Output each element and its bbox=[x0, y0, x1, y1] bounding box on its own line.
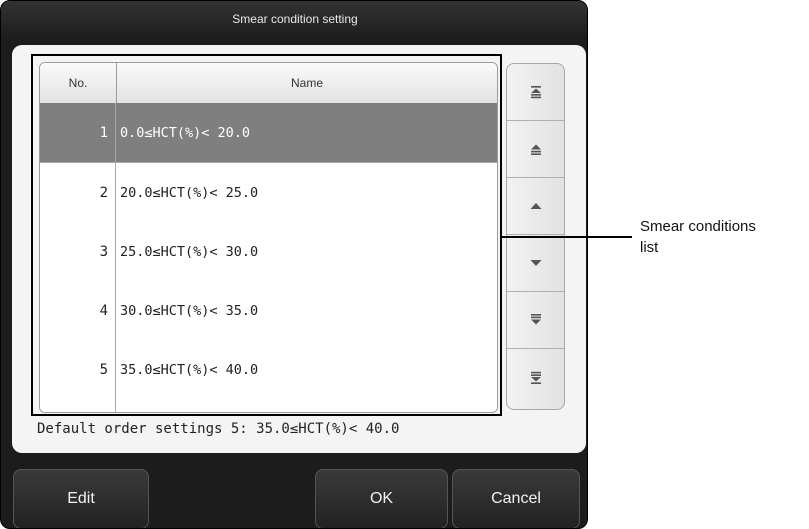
line-up-button[interactable] bbox=[507, 178, 564, 235]
row-no bbox=[40, 399, 116, 412]
row-no: 1 bbox=[40, 103, 116, 162]
line-up-icon bbox=[530, 203, 541, 209]
row-name: 20.0≤HCT(%)< 25.0 bbox=[120, 184, 259, 201]
row-name: 30.0≤HCT(%)< 35.0 bbox=[120, 302, 259, 319]
table-row[interactable]: 2 20.0≤HCT(%)< 25.0 bbox=[40, 163, 497, 223]
table-row[interactable]: 4 30.0≤HCT(%)< 35.0 bbox=[40, 281, 497, 341]
row-name: 35.0≤HCT(%)< 40.0 bbox=[120, 361, 259, 378]
dialog-title: Smear condition setting bbox=[1, 1, 587, 37]
row-name: 0.0≤HCT(%)< 20.0 bbox=[120, 124, 251, 141]
line-down-icon bbox=[530, 260, 541, 266]
table-row[interactable]: 5 35.0≤HCT(%)< 40.0 bbox=[40, 340, 497, 400]
scroll-bottom-icon bbox=[530, 371, 541, 384]
row-no: 3 bbox=[40, 222, 116, 281]
table-row[interactable]: 1 0.0≤HCT(%)< 20.0 bbox=[40, 103, 497, 163]
row-name: 25.0≤HCT(%)< 30.0 bbox=[120, 243, 259, 260]
column-header-no: No. bbox=[40, 63, 117, 103]
row-no: 5 bbox=[40, 340, 116, 399]
callout-line bbox=[502, 236, 632, 238]
table-row[interactable]: 3 25.0≤HCT(%)< 30.0 bbox=[40, 222, 497, 282]
smear-condition-dialog: Smear condition setting No. Name 1 0.0≤H… bbox=[0, 0, 588, 529]
table-header: No. Name bbox=[40, 63, 497, 104]
callout-label-line1: Smear conditions bbox=[640, 218, 756, 235]
callout-label: Smear conditions list bbox=[640, 216, 809, 258]
column-header-name: Name bbox=[290, 76, 323, 90]
row-no: 2 bbox=[40, 163, 116, 222]
ok-button[interactable]: OK bbox=[315, 469, 448, 528]
page-down-button[interactable] bbox=[507, 292, 564, 349]
page-up-button[interactable] bbox=[507, 121, 564, 178]
scroll-top-icon bbox=[530, 86, 541, 99]
smear-conditions-table: No. Name 1 0.0≤HCT(%)< 20.0 2 20.0≤HCT(%… bbox=[39, 62, 498, 413]
cancel-button[interactable]: Cancel bbox=[452, 469, 580, 528]
row-no: 4 bbox=[40, 281, 116, 340]
page-up-icon bbox=[530, 144, 541, 155]
table-row-partial[interactable] bbox=[40, 399, 497, 412]
callout-label-line2: list bbox=[640, 239, 659, 256]
scroll-bottom-button[interactable] bbox=[507, 349, 564, 406]
default-order-setting: Default order settings 5: 35.0≤HCT(%)< 4… bbox=[37, 421, 400, 437]
scroll-top-button[interactable] bbox=[507, 64, 564, 121]
row-name bbox=[116, 399, 497, 412]
line-down-button[interactable] bbox=[507, 235, 564, 292]
page-down-icon bbox=[530, 314, 541, 325]
edit-button[interactable]: Edit bbox=[13, 469, 149, 528]
